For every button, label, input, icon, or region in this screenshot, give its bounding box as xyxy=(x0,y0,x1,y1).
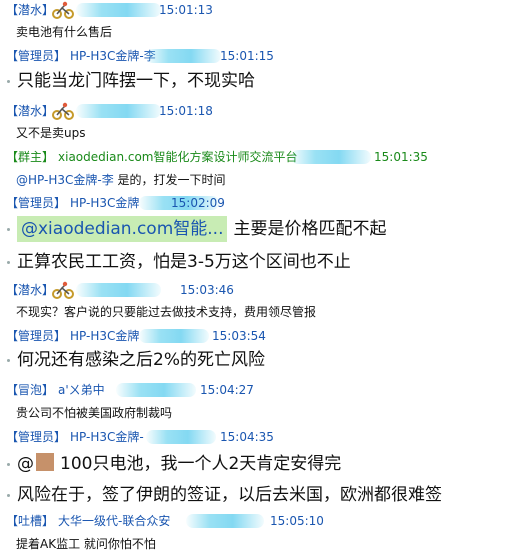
message-time: 15:03:54 xyxy=(212,329,266,343)
blurred-nickname xyxy=(116,383,196,397)
message-text: 卖电池有什么售后 xyxy=(16,25,113,39)
member-role: 【管理员】 xyxy=(6,430,67,444)
message-body: 是的，打发一下时间 xyxy=(113,173,226,187)
message-body: 100只电池，我一个人2天肯定安得完 xyxy=(60,454,342,474)
member-nickname[interactable]: 大华一级代-联合众安 xyxy=(58,514,170,528)
member-nickname[interactable]: HP-H3C金牌 xyxy=(70,196,139,210)
message-header: 【管理员】 HP-H3C金牌- 15:04:35 xyxy=(6,428,274,446)
message-header: 【吐槽】 大华一级代-联合众安 15:05:10 xyxy=(6,512,324,530)
bicycle-avatar-icon xyxy=(52,1,74,19)
member-nickname[interactable]: HP-H3C金牌-李 xyxy=(70,49,156,63)
member-role: 【群主】 xyxy=(6,150,55,164)
message-time: 15:03:46 xyxy=(180,283,234,297)
message-text: @HP-H3C金牌-李 是的，打发一下时间 xyxy=(16,171,226,189)
message-header: 【潜水】 15:03:46 xyxy=(6,281,234,299)
member-role: 【管理员】 xyxy=(6,329,67,343)
member-nickname[interactable]: a'ㄨ弟中 xyxy=(58,383,105,397)
message-text: 不现实？客户说的只要能过去做技术支持，费用领尽管报 xyxy=(16,305,317,319)
message-body: 主要是价格匹配不起 xyxy=(233,219,387,239)
message-text: 贵公司不怕被美国政府制裁吗 xyxy=(16,406,173,420)
member-role: 【管理员】 xyxy=(6,49,67,63)
message-time: 15:01:15 xyxy=(220,49,274,63)
message-text: 何况还有感染之后2%的死亡风险 xyxy=(7,347,265,373)
bicycle-avatar-icon xyxy=(52,281,74,299)
message-time: 15:05:10 xyxy=(270,514,324,528)
message-header: 【潜水】 15:01:13 xyxy=(6,1,213,19)
message-time: 15:04:27 xyxy=(200,383,254,397)
message-header: 【管理员】 HP-H3C金牌 15:03:54 xyxy=(6,327,266,345)
blurred-nickname xyxy=(146,49,221,63)
message-time: 15:01:13 xyxy=(159,3,213,17)
member-nickname[interactable]: HP-H3C金牌 xyxy=(70,329,139,343)
blurred-nickname xyxy=(76,104,161,118)
message-text: 提着AK监工 就问你怕不怕 xyxy=(16,537,156,551)
blurred-nickname xyxy=(186,514,264,528)
message-text: 风险在于，签了伊朗的签证，以后去米国，欧洲都很难签 xyxy=(7,482,442,508)
member-role: 【管理员】 xyxy=(6,196,67,210)
member-role: 【潜水】 xyxy=(6,283,55,297)
member-role: 【潜水】 xyxy=(6,3,55,17)
quoted-reply[interactable]: @xiaodedian.com智能... xyxy=(17,216,228,242)
mention-link[interactable]: @HP-H3C金牌-李 xyxy=(16,173,114,187)
blurred-nickname xyxy=(76,283,161,297)
message-text: @100只电池，我一个人2天肯定安得完 xyxy=(6,451,342,477)
message-time: 15:01:18 xyxy=(159,104,213,118)
member-role: 【吐槽】 xyxy=(6,514,55,528)
message-header: 【管理员】 HP-H3C金牌 15:02:09 xyxy=(6,194,225,212)
message-header: 【群主】 xiaodedian.com智能化方案设计师交流平台 15:01:35 xyxy=(6,148,428,166)
message-text: 只能当龙门阵摆一下，不现实哈 xyxy=(7,68,255,94)
message-time: 15:02:09 xyxy=(171,196,225,210)
message-text: @xiaodedian.com智能... 主要是价格匹配不起 xyxy=(6,216,387,242)
blurred-nickname xyxy=(76,3,161,17)
member-role: 【潜水】 xyxy=(6,104,55,118)
blurred-nickname xyxy=(139,329,209,343)
blurred-nickname xyxy=(291,150,371,164)
bicycle-avatar-icon xyxy=(52,102,74,120)
blurred-nickname xyxy=(146,430,216,444)
message-header: 【管理员】 HP-H3C金牌-李 15:01:15 xyxy=(6,47,274,65)
message-time: 15:04:35 xyxy=(220,430,274,444)
message-time: 15:01:35 xyxy=(374,150,428,164)
message-header: 【冒泡】 a'ㄨ弟中 15:04:27 xyxy=(6,381,254,399)
message-text: 正算农民工工资，怕是3-5万这个区间也不止 xyxy=(7,249,351,275)
mentioned-avatar xyxy=(36,453,54,471)
message-header: 【潜水】 15:01:18 xyxy=(6,102,213,120)
member-nickname[interactable]: xiaodedian.com智能化方案设计师交流平台 xyxy=(58,150,298,164)
mention-link[interactable]: @ xyxy=(17,454,34,474)
member-nickname[interactable]: HP-H3C金牌- xyxy=(70,430,144,444)
member-role: 【冒泡】 xyxy=(6,383,55,397)
message-text: 又不是卖ups xyxy=(16,126,86,140)
